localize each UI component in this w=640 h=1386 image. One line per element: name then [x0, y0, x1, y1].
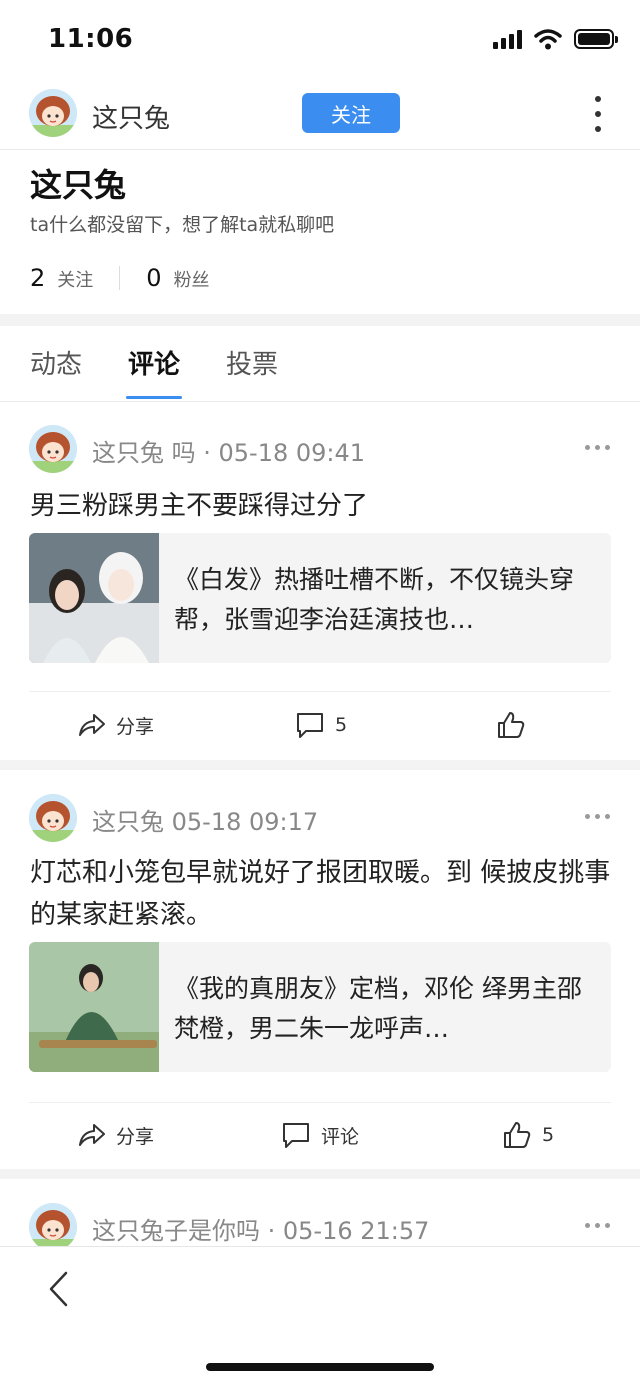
home-indicator[interactable]	[206, 1363, 434, 1371]
article-card[interactable]: 《我的真朋友》定档，邓伦 绎男主邵梵橙，男二朱一龙呼声…	[29, 942, 611, 1072]
post-author-time: 这只兔 吗 · 05-18 09:41	[92, 439, 366, 467]
bottom-bar	[0, 1246, 640, 1386]
wifi-icon	[534, 29, 562, 50]
followers-label: 粉丝	[173, 270, 210, 291]
profile-bio: ta什么都没留下，想了解ta就私聊吧	[30, 214, 335, 236]
comment-post[interactable]: 这只兔 吗 · 05-18 09:41 男三粉踩男主不要踩得过分了 《白发》热播…	[0, 425, 640, 760]
comment-label: 评论	[321, 1125, 360, 1148]
avatar[interactable]	[29, 1203, 77, 1246]
more-horizontal-icon[interactable]	[585, 1223, 610, 1228]
comment-button[interactable]: 5	[295, 710, 347, 740]
tab-votes[interactable]: 投票	[226, 344, 278, 381]
tab-bar: 动态 评论 投票	[0, 326, 640, 402]
more-horizontal-icon[interactable]	[585, 445, 610, 450]
article-title: 《我的真朋友》定档，邓伦 绎男主邵梵橙，男二朱一龙呼声…	[174, 974, 582, 1043]
post-author-time: 这只兔 05-18 09:17	[92, 808, 319, 836]
article-thumbnail	[29, 533, 159, 663]
more-horizontal-icon[interactable]	[585, 814, 610, 819]
avatar[interactable]	[29, 89, 77, 137]
like-icon	[498, 712, 525, 738]
comment-post[interactable]: 这只兔子是你吗 · 05-16 21:57	[0, 1203, 640, 1246]
avatar[interactable]	[29, 794, 77, 842]
like-button[interactable]	[496, 710, 536, 740]
share-button[interactable]: 分享	[76, 1120, 154, 1150]
status-icons	[493, 28, 618, 50]
back-icon[interactable]	[44, 1269, 74, 1309]
stat-divider	[119, 266, 121, 290]
profile-name: 这只兔	[30, 166, 127, 204]
post-text: 男三粉踩男主不要踩得过分了	[30, 491, 369, 521]
comment-post[interactable]: 这只兔 05-18 09:17 灯芯和小笼包早就说好了报团取暖。到 候披皮挑事的…	[0, 794, 640, 1169]
post-text: 灯芯和小笼包早就说好了报团取暖。到 候披皮挑事的某家赶紧滚。	[30, 858, 611, 930]
comment-button[interactable]: 评论	[281, 1120, 359, 1150]
article-title: 《白发》热播吐槽不断，不仅镜头穿帮，张雪迎李治廷演技也…	[174, 565, 575, 634]
post-author-time: 这只兔子是你吗 · 05-16 21:57	[92, 1217, 430, 1245]
post-divider	[29, 1102, 611, 1103]
more-vertical-icon[interactable]	[592, 96, 604, 132]
battery-icon	[574, 29, 618, 49]
following-count: 2	[30, 264, 46, 292]
like-button[interactable]: 5	[502, 1120, 554, 1150]
followers-count: 0	[146, 264, 162, 292]
avatar[interactable]	[29, 425, 77, 473]
comment-icon	[297, 713, 323, 738]
tab-comments[interactable]: 评论	[128, 344, 180, 381]
follow-button[interactable]: 关注	[302, 93, 400, 133]
share-label: 分享	[116, 1125, 155, 1148]
tab-activity[interactable]: 动态	[30, 344, 82, 381]
section-divider	[0, 314, 640, 326]
article-thumbnail	[29, 942, 159, 1072]
status-bar: 11:06	[0, 0, 640, 80]
post-separator	[0, 1169, 640, 1179]
nav-header: 这只兔 关注	[0, 80, 640, 150]
active-tab-indicator	[126, 396, 182, 399]
following-label: 关注	[57, 270, 94, 291]
share-button[interactable]: 分享	[76, 710, 154, 740]
profile-stats: 2 关注 0 粉丝	[30, 264, 210, 292]
like-icon	[504, 1122, 531, 1148]
post-divider	[29, 691, 611, 692]
share-icon	[79, 1124, 105, 1146]
header-name: 这只兔	[92, 104, 171, 134]
article-card[interactable]: 《白发》热播吐槽不断，不仅镜头穿帮，张雪迎李治廷演技也…	[29, 533, 611, 663]
like-count: 5	[542, 1124, 555, 1146]
following-stat[interactable]: 2 关注	[30, 264, 93, 292]
signal-icon	[493, 29, 522, 49]
comment-icon	[283, 1123, 309, 1148]
share-label: 分享	[116, 715, 155, 738]
share-icon	[79, 714, 105, 736]
followers-stat[interactable]: 0 粉丝	[146, 264, 209, 292]
comment-count: 5	[335, 714, 348, 736]
post-separator	[0, 760, 640, 770]
status-time: 11:06	[48, 24, 134, 54]
